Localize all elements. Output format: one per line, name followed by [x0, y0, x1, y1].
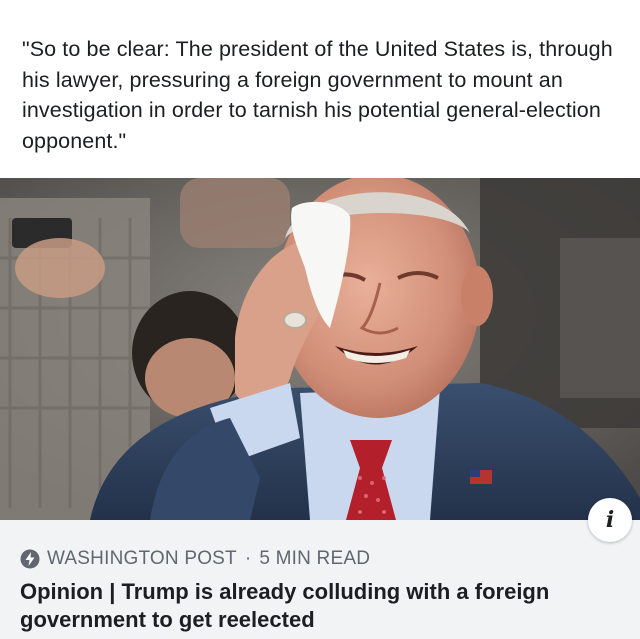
read-time: 5 MIN READ — [259, 548, 371, 569]
article-headline[interactable]: Opinion | Trump is already colluding wit… — [20, 578, 620, 634]
info-icon[interactable]: i — [588, 498, 632, 542]
info-glyph: i — [605, 507, 615, 533]
separator-dot: · — [244, 548, 252, 569]
source-name: WASHINGTON POST — [47, 548, 237, 569]
post-quote-text: "So to be clear: The president of the Un… — [22, 37, 613, 153]
article-photo[interactable] — [0, 178, 640, 520]
photo-illustration — [0, 178, 640, 520]
source-row: WASHINGTON POST · 5 MIN READ — [20, 548, 370, 570]
lightning-bolt-icon — [20, 549, 40, 569]
